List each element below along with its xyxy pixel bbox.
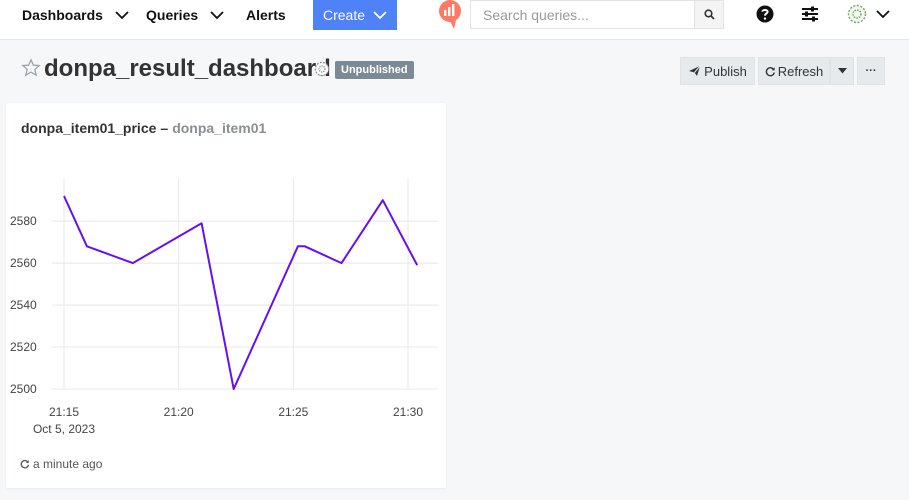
y-tick-label: 2560 — [10, 256, 37, 270]
refresh-button[interactable]: Refresh — [758, 57, 830, 85]
y-tick-label: 2500 — [10, 382, 37, 396]
chart-widget: donpa_item01_price – donpa_item01 2500 2520… — [6, 103, 446, 488]
nav-queries-label: Queries — [146, 7, 199, 23]
chevron-down-icon[interactable] — [115, 10, 129, 20]
nav-queries[interactable]: Queries — [146, 0, 224, 30]
x-tick-label: 21:20 — [164, 405, 194, 419]
create-button[interactable]: Create — [313, 0, 397, 30]
nav-alerts[interactable]: Alerts — [246, 0, 286, 30]
create-button-label: Create — [322, 7, 366, 23]
help-icon[interactable] — [755, 4, 775, 24]
more-options-label: ··· — [865, 65, 877, 77]
y-tick-label: 2580 — [10, 214, 37, 228]
x-tick-label: 21:15 — [49, 405, 79, 419]
publish-button-label: Publish — [704, 63, 747, 79]
search-icon — [703, 9, 715, 20]
last-updated-text: a minute ago — [33, 457, 103, 471]
refresh-button-label: Refresh — [777, 63, 824, 79]
status-badge: Unpublished — [335, 61, 414, 79]
page-title: donpa_result_dashboard — [44, 55, 331, 82]
caret-down-icon — [837, 68, 847, 74]
user-avatar-icon[interactable] — [847, 4, 867, 24]
y-tick-label: 2540 — [10, 298, 37, 312]
refresh-icon — [765, 66, 775, 76]
publish-button[interactable]: Publish — [680, 57, 755, 85]
x-tick-label: 21:25 — [278, 405, 308, 419]
widget-footer: a minute ago — [20, 457, 102, 471]
paper-plane-icon — [689, 65, 701, 76]
nav-dashboards[interactable]: Dashboards — [22, 0, 129, 30]
chevron-down-icon[interactable] — [210, 10, 224, 20]
x-date-label: Oct 5, 2023 — [33, 422, 95, 436]
redash-logo-icon[interactable] — [436, 0, 464, 30]
owner-avatar-icon — [314, 61, 330, 77]
settings-sliders-icon[interactable] — [800, 4, 820, 24]
refresh-options-dropdown[interactable] — [830, 57, 854, 85]
nav-dashboards-label: Dashboards — [22, 7, 103, 23]
nav-alerts-label: Alerts — [246, 7, 286, 23]
chevron-down-icon[interactable] — [875, 7, 891, 21]
line-chart: 2500 2520 2540 2560 2580 21:15 21:20 21:25 21:30… — [10, 178, 438, 436]
more-options-button[interactable]: ··· — [857, 57, 885, 85]
search-button[interactable] — [694, 0, 724, 29]
search-input[interactable]: Search queries... — [470, 0, 695, 29]
chevron-down-icon — [373, 11, 387, 20]
top-navigation: Dashboards Queries Alerts Create Search … — [0, 0, 909, 40]
series-line — [63, 195, 419, 390]
y-tick-label: 2520 — [10, 340, 37, 354]
favorite-star-icon[interactable] — [21, 58, 41, 78]
refresh-icon[interactable] — [20, 459, 30, 469]
x-tick-label: 21:30 — [393, 405, 423, 419]
